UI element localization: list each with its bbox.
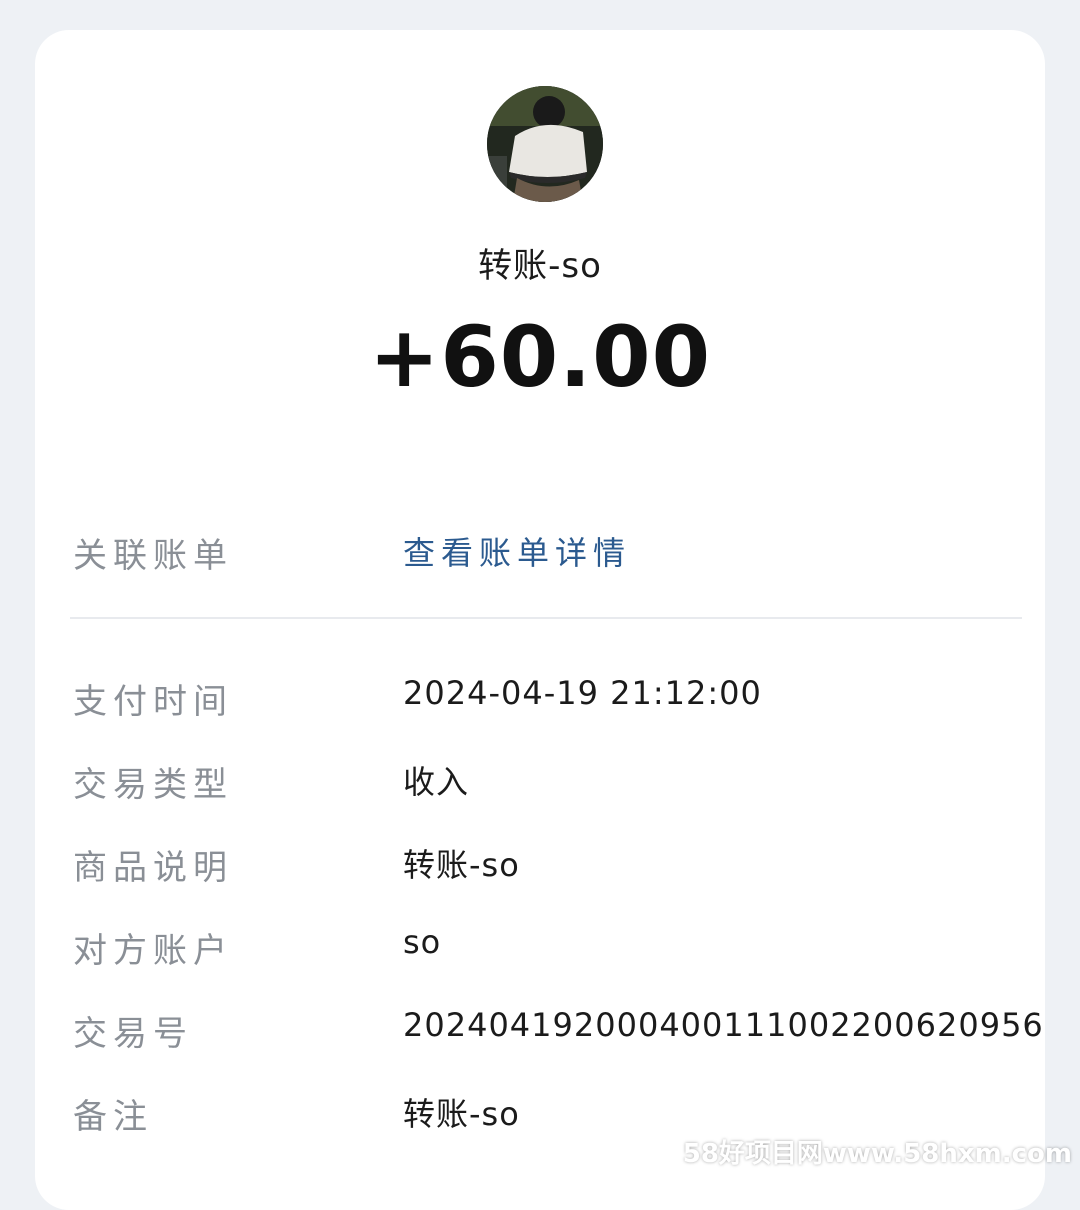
counterparty-value[interactable]: so xyxy=(403,923,441,961)
linked-bill-label: 关联账单 xyxy=(73,528,233,577)
detail-row-remark: 备注 转账-so xyxy=(35,1081,1045,1141)
payment-time-value: 2024-04-19 21:12:00 xyxy=(403,674,762,712)
section-divider xyxy=(70,617,1022,619)
payment-time-label: 支付时间 xyxy=(73,674,233,723)
remark-value: 转账-so xyxy=(403,1089,520,1135)
remark-label: 备注 xyxy=(73,1089,153,1138)
transaction-type-label: 交易类型 xyxy=(73,757,233,806)
view-bill-details-link[interactable]: 查看账单详情 xyxy=(403,528,631,574)
avatar-photo-icon xyxy=(487,86,603,202)
transaction-id-value[interactable]: 20240419200040011100220062095658 xyxy=(403,1006,1045,1044)
site-watermark: 58好项目网www.58hxm.com xyxy=(683,1133,1072,1170)
detail-row-counterparty: 对方账户 so xyxy=(35,915,1045,975)
linked-bill-row: 关联账单 查看账单详情 xyxy=(35,520,1045,580)
detail-row-payment-time: 支付时间 2024-04-19 21:12:00 xyxy=(35,666,1045,726)
detail-row-transaction-type: 交易类型 收入 xyxy=(35,749,1045,809)
product-description-label: 商品说明 xyxy=(73,840,233,889)
payer-name: 转账-so xyxy=(35,238,1045,287)
counterparty-label: 对方账户 xyxy=(73,923,233,972)
transaction-detail-card: 转账-so +60.00 关联账单 查看账单详情 支付时间 2024-04-19… xyxy=(35,30,1045,1210)
product-description-value: 转账-so xyxy=(403,840,520,886)
detail-row-product-description: 商品说明 转账-so xyxy=(35,832,1045,892)
transaction-type-value: 收入 xyxy=(403,757,469,803)
payer-avatar[interactable] xyxy=(487,86,603,202)
detail-row-transaction-id: 交易号 20240419200040011100220062095658 xyxy=(35,998,1045,1058)
transaction-id-label: 交易号 xyxy=(73,1006,193,1055)
transaction-amount: +60.00 xyxy=(35,308,1045,406)
